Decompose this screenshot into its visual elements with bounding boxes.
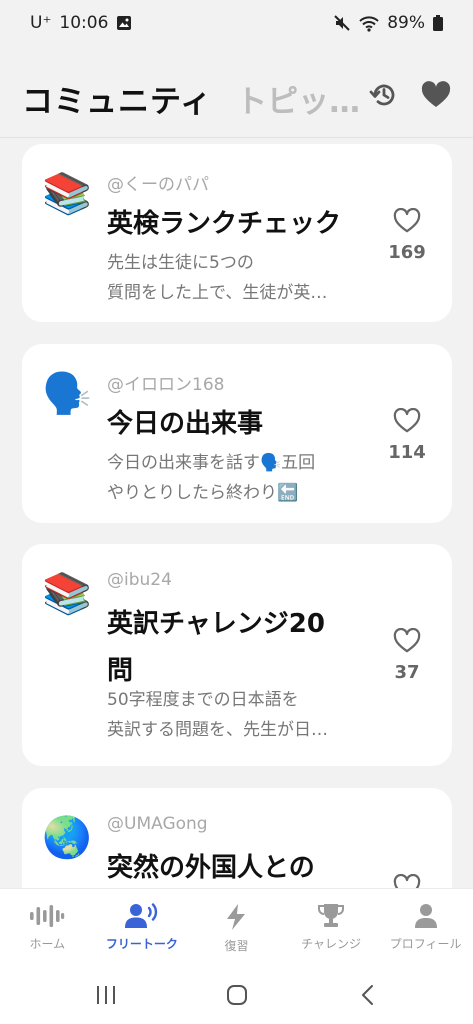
nav-home[interactable]: ホーム — [0, 889, 95, 966]
soundwave-icon — [30, 905, 65, 927]
post-card[interactable]: 📚 @くーのパパ 英検ランクチェック 先生は生徒に5つの 質問をした上で、生徒が… — [22, 144, 452, 322]
post-feed[interactable]: 📚 @くーのパパ 英検ランクチェック 先生は生徒に5つの 質問をした上で、生徒が… — [0, 138, 473, 888]
history-icon[interactable] — [369, 80, 399, 110]
heart-outline-icon — [393, 408, 421, 433]
status-bar: U⁺ 10:06 89% — [0, 0, 473, 46]
system-nav-bar — [0, 966, 473, 1024]
battery-percent: 89% — [387, 13, 425, 33]
speaking-person-icon — [124, 903, 158, 928]
nav-free-talk[interactable]: フリートーク — [95, 889, 190, 966]
nav-challenge[interactable]: チャレンジ — [284, 889, 379, 966]
battery-icon — [433, 15, 443, 31]
post-author: @イロロン168 — [107, 375, 225, 395]
post-card[interactable]: 🗣️ @イロロン168 今日の出来事 今日の出来事を話す🗣️五回 やりとりしたら… — [22, 344, 452, 523]
nav-free-talk-label: フリートーク — [105, 937, 178, 951]
like-count: 169 — [388, 242, 426, 263]
recent-apps-icon[interactable] — [94, 984, 118, 1006]
post-title: 突然の外国人との — [107, 853, 315, 883]
back-icon[interactable] — [356, 983, 380, 1007]
post-author: @ibu24 — [107, 570, 172, 590]
heart-outline-icon — [393, 628, 421, 653]
favorites-heart-icon[interactable] — [421, 81, 451, 109]
post-title: 英検ランクチェック — [107, 209, 342, 239]
post-emoji-speaking-head: 🗣️ — [42, 371, 92, 417]
like-button[interactable]: 169 — [382, 208, 432, 263]
person-icon — [414, 904, 437, 928]
nav-challenge-label: チャレンジ — [301, 937, 362, 951]
post-emoji-books: 📚 — [42, 571, 92, 617]
post-card[interactable]: 🌏 @UMAGong 突然の外国人との — [22, 788, 452, 888]
lightning-icon — [227, 904, 246, 930]
post-description: 今日の出来事を話す🗣️五回 やりとりしたら終わり🔚 — [107, 453, 316, 503]
post-description: 50字程度までの日本語を 英訳する問題を、先生が日… — [107, 690, 328, 740]
post-title: 英訳チャレンジ20問 — [107, 609, 325, 686]
gallery-notification-icon — [117, 16, 132, 30]
nav-profile-label: プロフィール — [389, 937, 462, 951]
heart-outline-icon — [393, 208, 421, 233]
nav-review-label: 復習 — [224, 939, 249, 953]
bottom-nav: ホーム フリートーク 復習 チャレンジ プロフィール — [0, 888, 473, 966]
mute-icon — [334, 15, 350, 31]
post-description: 先生は生徒に5つの 質問をした上で、生徒が英… — [107, 253, 328, 303]
page-header: コミュニティ トピッ… — [0, 60, 473, 138]
post-title: 今日の出来事 — [107, 409, 264, 439]
nav-profile[interactable]: プロフィール — [378, 889, 473, 966]
tab-community[interactable]: コミュニティ — [22, 76, 212, 121]
like-button[interactable]: 114 — [382, 408, 432, 463]
tab-topics[interactable]: トピッ… — [236, 76, 358, 121]
carrier-label: U⁺ — [30, 13, 52, 33]
post-emoji-globe: 🌏 — [42, 815, 92, 861]
heart-outline-icon — [393, 874, 421, 888]
wifi-icon — [359, 16, 379, 32]
home-button-icon[interactable] — [225, 983, 249, 1007]
like-button[interactable] — [382, 874, 432, 888]
clock: 10:06 — [59, 13, 109, 33]
like-count: 37 — [394, 662, 420, 683]
trophy-icon — [318, 904, 345, 927]
post-author: @UMAGong — [107, 814, 208, 834]
like-button[interactable]: 37 — [382, 628, 432, 683]
like-count: 114 — [388, 442, 426, 463]
post-emoji-books: 📚 — [42, 171, 92, 217]
post-author: @くーのパパ — [107, 175, 209, 195]
post-card[interactable]: 📚 @ibu24 英訳チャレンジ20問 50字程度までの日本語を 英訳する問題を… — [22, 544, 452, 766]
nav-home-label: ホーム — [29, 937, 66, 951]
nav-review[interactable]: 復習 — [189, 889, 284, 966]
